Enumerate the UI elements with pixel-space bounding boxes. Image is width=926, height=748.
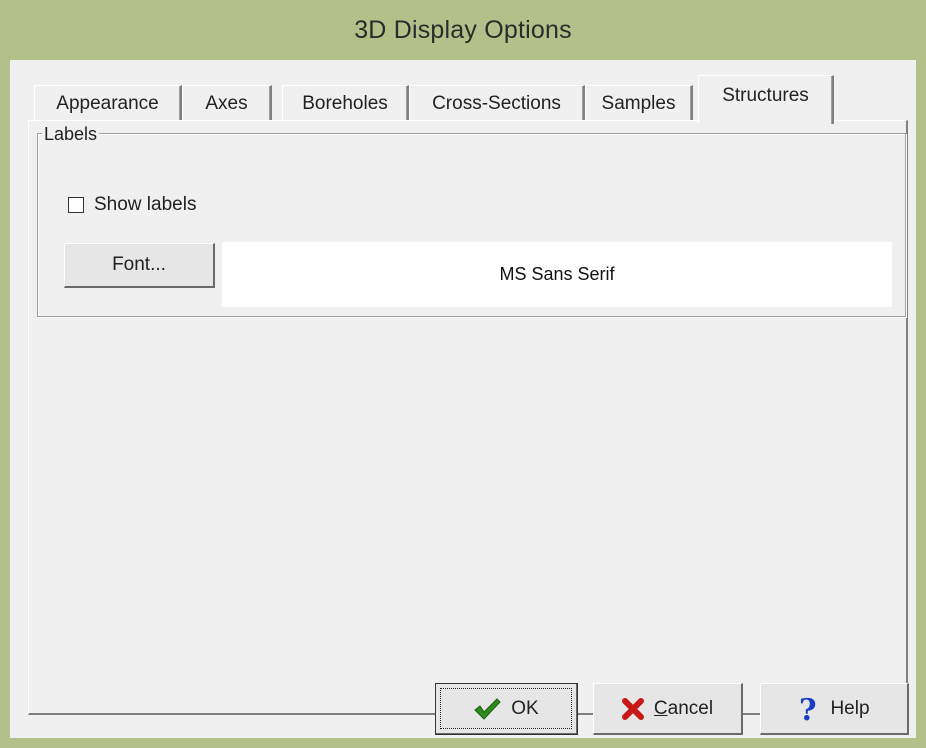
font-preview: MS Sans Serif (222, 242, 892, 307)
show-labels-row[interactable]: Show labels (68, 194, 196, 216)
cancel-button[interactable]: Cancel (593, 683, 743, 735)
show-labels-checkbox[interactable] (68, 197, 84, 213)
tab-label: Axes (205, 93, 248, 114)
question-mark-icon: ? (798, 695, 820, 723)
window-title: 3D Display Options (354, 15, 572, 44)
help-button-label: Help (830, 697, 870, 719)
tab-axes[interactable]: Axes (182, 85, 272, 122)
dialog-client-area: Appearance Axes Boreholes Cross-Sections… (10, 60, 916, 738)
ok-button-label: OK (511, 697, 539, 719)
ok-button[interactable]: OK (435, 683, 578, 735)
labels-group-legend: Labels (42, 124, 100, 145)
cancel-button-label: Cancel (653, 697, 714, 719)
tab-label: Appearance (56, 93, 159, 114)
tab-label: Boreholes (302, 93, 388, 114)
focus-rect (440, 688, 572, 729)
tab-appearance[interactable]: Appearance (34, 85, 182, 122)
help-button[interactable]: ? Help (760, 683, 909, 735)
x-icon (621, 697, 644, 720)
font-button[interactable]: Font... (64, 243, 215, 288)
tab-label: Structures (722, 85, 809, 106)
tab-samples[interactable]: Samples (585, 85, 693, 122)
tab-cross-sections[interactable]: Cross-Sections (409, 85, 585, 122)
tab-page-structures: Labels Show labels Font... MS Sans Serif (28, 120, 908, 715)
font-preview-text: MS Sans Serif (499, 264, 615, 284)
labels-groupbox: Labels Show labels Font... MS Sans Serif (37, 124, 906, 317)
tab-structures[interactable]: Structures (698, 75, 834, 124)
font-button-label: Font... (112, 254, 166, 275)
checkmark-icon (473, 697, 501, 721)
tab-label: Cross-Sections (432, 93, 561, 114)
tab-boreholes[interactable]: Boreholes (282, 85, 409, 122)
show-labels-label[interactable]: Show labels (94, 194, 196, 216)
tab-label: Samples (601, 93, 676, 114)
svg-text:?: ? (799, 695, 817, 723)
title-bar: 3D Display Options (0, 0, 926, 60)
